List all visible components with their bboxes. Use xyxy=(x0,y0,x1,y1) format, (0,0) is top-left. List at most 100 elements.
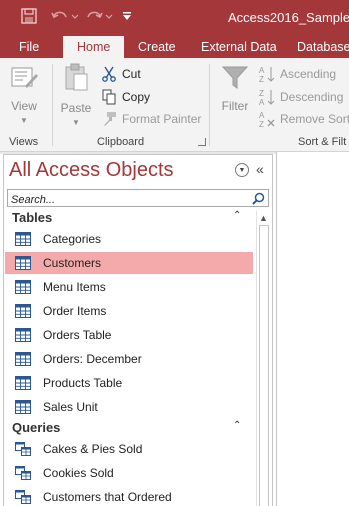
list-item-label: Menu Items xyxy=(43,280,106,294)
remove-sort-button[interactable]: AZ Remove Sort xyxy=(258,109,349,129)
list-item-sales-unit[interactable]: Sales Unit xyxy=(5,396,253,418)
query-icon xyxy=(15,466,31,480)
paste-icon xyxy=(61,62,91,99)
collapse-up-icon: ⌃ xyxy=(233,420,242,431)
tab-create[interactable]: Create xyxy=(138,36,176,58)
list-item-orders-table[interactable]: Orders Table xyxy=(5,324,253,346)
customize-qat-icon[interactable] xyxy=(120,5,134,27)
chevron-down-icon: ▼ xyxy=(72,118,80,127)
save-icon[interactable] xyxy=(18,5,40,27)
list-item-label: Customers xyxy=(43,256,102,270)
list-item-categories[interactable]: Categories xyxy=(5,228,253,250)
remove-sort-icon: AZ xyxy=(258,110,276,128)
chevron-down-icon: ▼ xyxy=(20,116,28,125)
collapse-up-icon: ⌃ xyxy=(233,210,242,221)
nav-search-box xyxy=(7,189,269,208)
sort-ascending-icon: AZ xyxy=(258,65,276,83)
list-item-order-items[interactable]: Order Items xyxy=(5,300,253,322)
nav-menu-dropdown-icon[interactable]: ▼ xyxy=(235,163,249,177)
view-icon xyxy=(9,62,39,97)
list-item-cookies-sold[interactable]: Cookies Sold xyxy=(5,462,253,484)
paste-button[interactable]: Paste ▼ xyxy=(58,62,94,127)
filter-button[interactable]: Filter xyxy=(216,62,254,113)
nav-pane-title[interactable]: All Access Objects xyxy=(9,159,174,182)
clipboard-group-label: Clipboard xyxy=(97,136,145,148)
table-icon xyxy=(15,256,31,270)
copy-label: Copy xyxy=(122,90,151,104)
table-icon xyxy=(15,400,31,414)
list-item-label: Categories xyxy=(43,232,102,246)
svg-text:Z: Z xyxy=(259,89,264,98)
window-title: Access2016_SampleDat xyxy=(228,10,349,25)
nav-object-list: Tables ⌃ Categories Customers Menu Items… xyxy=(4,208,254,506)
ribbon: View ▼ Views Paste ▼ Cut Copy Format Pai… xyxy=(0,58,349,152)
nav-scrollbar[interactable]: ▲ xyxy=(256,211,270,506)
list-item-cakes-pies-sold[interactable]: Cakes & Pies Sold xyxy=(5,438,253,460)
format-painter-button[interactable]: Format Painter xyxy=(100,109,201,129)
list-item-orders-december[interactable]: Orders: December xyxy=(5,348,253,370)
tables-group-header[interactable]: Tables ⌃ xyxy=(4,208,254,228)
list-item-label: Cakes & Pies Sold xyxy=(43,442,143,456)
list-item-label: Orders: December xyxy=(43,352,142,366)
dialog-launcher-icon[interactable] xyxy=(198,138,206,146)
table-icon xyxy=(15,352,31,366)
sort-descending-icon: ZA xyxy=(258,88,276,106)
table-icon xyxy=(15,280,31,294)
scrollbar-thumb[interactable] xyxy=(259,225,269,506)
nav-search-input[interactable] xyxy=(8,192,244,208)
svg-text:A: A xyxy=(259,66,265,75)
query-icon xyxy=(15,490,31,504)
tables-group-label: Tables xyxy=(12,210,53,225)
list-item-menu-items[interactable]: Menu Items xyxy=(5,276,253,298)
list-item-label: Orders Table xyxy=(43,328,112,342)
search-icon[interactable] xyxy=(249,190,267,206)
table-icon xyxy=(15,304,31,318)
table-icon xyxy=(15,232,31,246)
views-group-label: Views xyxy=(9,136,39,148)
queries-group-label: Queries xyxy=(12,420,61,435)
copy-button[interactable]: Copy xyxy=(100,87,150,107)
navigation-pane: All Access Objects ▼ « Tables ⌃ Categori… xyxy=(3,154,273,506)
list-item-label: Customers that Ordered xyxy=(43,490,172,504)
list-item-label: Cookies Sold xyxy=(43,466,114,480)
query-icon xyxy=(15,442,31,456)
cut-button[interactable]: Cut xyxy=(100,64,141,84)
ribbon-tabs: File Home Create External Data Database xyxy=(0,36,349,58)
list-item-customers-that-ordered[interactable]: Customers that Ordered xyxy=(5,486,253,506)
descending-label: Descending xyxy=(280,90,344,104)
group-divider xyxy=(52,64,53,146)
paste-label: Paste xyxy=(60,101,92,115)
cut-label: Cut xyxy=(122,67,141,81)
group-divider xyxy=(209,64,210,146)
view-label: View xyxy=(11,99,37,113)
svg-text:Z: Z xyxy=(259,120,264,128)
tab-file[interactable]: File xyxy=(19,36,39,58)
tab-external-data[interactable]: External Data xyxy=(201,36,277,58)
list-item-customers[interactable]: Customers xyxy=(5,252,253,274)
scissors-icon xyxy=(100,65,118,83)
svg-text:Z: Z xyxy=(259,75,264,83)
list-item-products-table[interactable]: Products Table xyxy=(5,372,253,394)
ascending-button[interactable]: AZ Ascending xyxy=(258,64,336,84)
undo-icon[interactable] xyxy=(48,5,80,27)
remove-sort-label: Remove Sort xyxy=(280,112,349,126)
list-item-label: Sales Unit xyxy=(43,400,98,414)
table-icon xyxy=(15,376,31,390)
tab-home[interactable]: Home xyxy=(63,36,125,58)
format-painter-label: Format Painter xyxy=(122,112,202,126)
tab-database[interactable]: Database xyxy=(297,36,349,58)
view-button[interactable]: View ▼ xyxy=(6,62,42,125)
redo-icon[interactable] xyxy=(84,5,116,27)
filter-label: Filter xyxy=(221,99,249,113)
list-item-label: Order Items xyxy=(43,304,107,318)
document-area xyxy=(276,152,349,506)
ascending-label: Ascending xyxy=(280,67,337,81)
table-icon xyxy=(15,328,31,342)
funnel-icon xyxy=(220,62,250,97)
queries-group-header[interactable]: Queries ⌃ xyxy=(4,418,254,438)
scroll-up-icon[interactable]: ▲ xyxy=(259,213,268,223)
shutter-bar-collapse-icon[interactable]: « xyxy=(256,161,264,177)
sort-filter-group-label: Sort & Filt xyxy=(298,136,347,148)
descending-button[interactable]: ZA Descending xyxy=(258,87,343,107)
list-item-label: Products Table xyxy=(43,376,123,390)
